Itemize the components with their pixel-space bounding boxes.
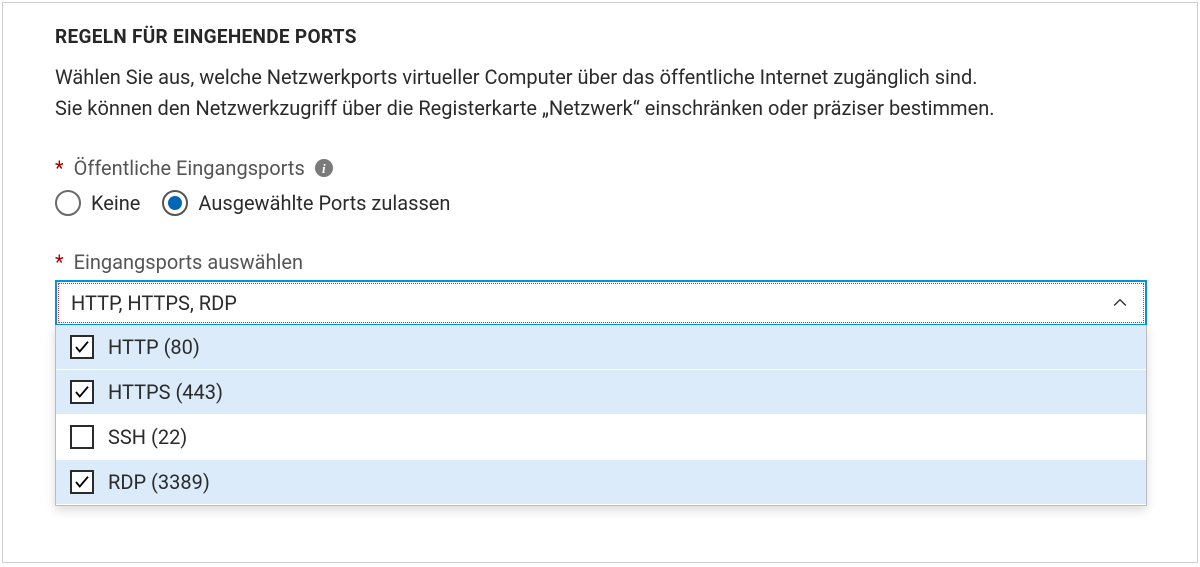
description-line-1: Wählen Sie aus, welche Netzwerkports vir… (55, 65, 978, 89)
port-option-label: RDP (3389) (108, 470, 210, 494)
port-option-https[interactable]: HTTPS (443) (56, 370, 1146, 415)
radio-button (162, 190, 188, 216)
public-ports-radio-group: Keine Ausgewählte Ports zulassen (55, 190, 1145, 216)
required-indicator: * (55, 156, 64, 180)
radio-button (55, 190, 81, 216)
public-ports-label: Öffentliche Eingangsports (74, 156, 305, 180)
port-option-label: HTTPS (443) (108, 380, 223, 404)
select-ports-combobox-header[interactable]: HTTP, HTTPS, RDP (55, 280, 1147, 326)
select-ports-summary: HTTP, HTTPS, RDP (71, 291, 237, 315)
port-option-ssh[interactable]: SSH (22) (56, 415, 1146, 460)
select-ports-label-row: * Eingangsports auswählen (55, 250, 1145, 274)
checkbox (70, 380, 94, 404)
select-ports-label: Eingangsports auswählen (74, 250, 303, 274)
required-indicator: * (55, 250, 64, 274)
port-option-http[interactable]: HTTP (80) (56, 325, 1146, 370)
radio-option-allow-selected[interactable]: Ausgewählte Ports zulassen (162, 190, 450, 216)
radio-label-none: Keine (91, 191, 140, 215)
radio-option-none[interactable]: Keine (55, 190, 140, 216)
port-option-label: SSH (22) (108, 425, 187, 449)
checkbox (70, 335, 94, 359)
checkbox (70, 425, 94, 449)
port-option-rdp[interactable]: RDP (3389) (56, 460, 1146, 505)
chevron-up-icon (1109, 292, 1131, 314)
port-option-label: HTTP (80) (108, 335, 200, 359)
select-ports-dropdown: HTTP (80) HTTPS (443) SSH (22) RDP (3389… (55, 325, 1147, 506)
section-title: REGELN FÜR EINGEHENDE PORTS (55, 25, 1145, 48)
info-icon[interactable]: i (315, 159, 333, 177)
description-line-2: Sie können den Netzwerkzugriff über die … (55, 96, 995, 120)
section-description: Wählen Sie aus, welche Netzwerkports vir… (55, 62, 1145, 124)
checkbox (70, 470, 94, 494)
inbound-port-rules-panel: REGELN FÜR EINGEHENDE PORTS Wählen Sie a… (2, 2, 1198, 563)
select-ports-combobox: HTTP, HTTPS, RDP HTTP (80) HTTPS (443) (55, 280, 1147, 506)
radio-label-allow-selected: Ausgewählte Ports zulassen (198, 191, 450, 215)
public-ports-label-row: * Öffentliche Eingangsports i (55, 156, 1145, 180)
